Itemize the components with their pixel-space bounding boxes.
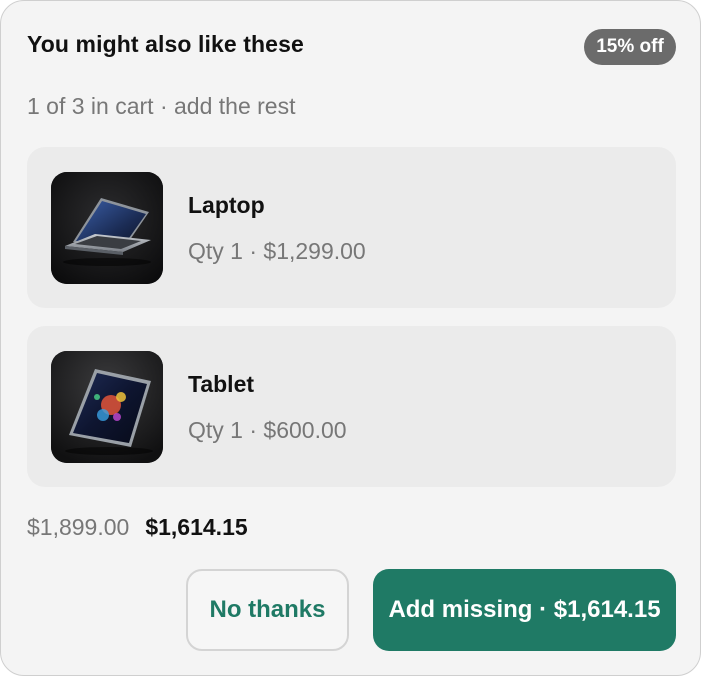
item-name: Tablet bbox=[188, 371, 255, 397]
add-missing-button[interactable]: Add missing · $1,614.15 bbox=[373, 569, 676, 651]
discount-badge: 15% off bbox=[584, 29, 676, 65]
list-item: Tablet Qty 1 · $600.00 bbox=[27, 326, 676, 487]
no-thanks-button[interactable]: No thanks bbox=[186, 569, 349, 651]
item-quantity-price: Qty 1 · $1,299.00 bbox=[188, 238, 366, 264]
laptop-image bbox=[51, 172, 163, 284]
item-name: Laptop bbox=[188, 192, 265, 218]
offer-title: You might also like these bbox=[27, 31, 304, 57]
original-total: $1,899.00 bbox=[27, 514, 130, 540]
bundle-offer-card: You might also like these 15% off 1 of 3… bbox=[0, 0, 701, 676]
price-summary: $1,899.00 $1,614.15 bbox=[27, 514, 248, 541]
list-item: Laptop Qty 1 · $1,299.00 bbox=[27, 147, 676, 308]
offer-subtitle: 1 of 3 in cart · add the rest bbox=[27, 93, 296, 119]
discounted-total: $1,614.15 bbox=[145, 514, 248, 540]
item-quantity-price: Qty 1 · $600.00 bbox=[188, 417, 347, 443]
tablet-image bbox=[51, 351, 163, 463]
